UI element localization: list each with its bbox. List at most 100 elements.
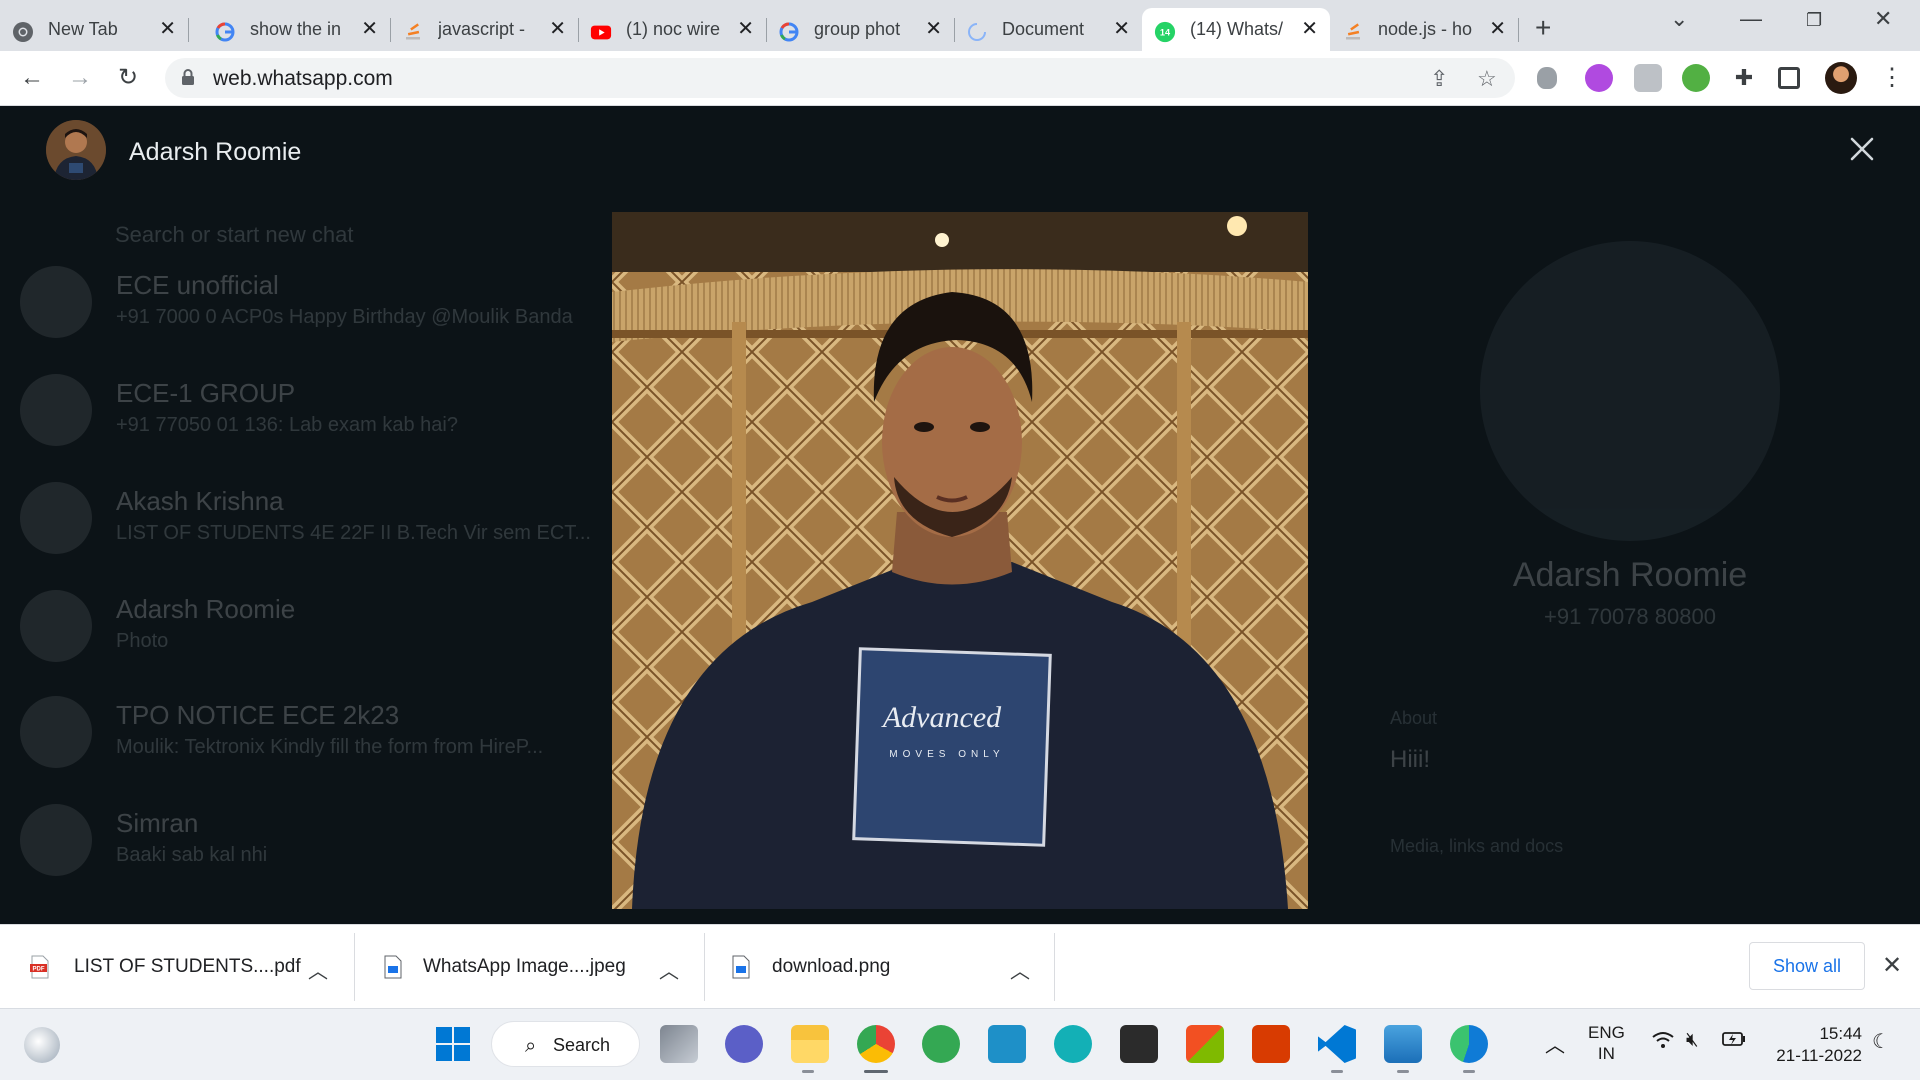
close-tab-icon[interactable]: ✕ <box>1113 18 1130 40</box>
browser-toolbar: ← → ↻ web.whatsapp.com ⇪ ☆ ✚ ⋮ <box>0 51 1920 106</box>
battery-charging-icon[interactable] <box>1722 1031 1746 1052</box>
tab-search-chevron-icon[interactable]: ⌄ <box>1670 6 1688 32</box>
tab-document[interactable]: Document ✕ <box>954 8 1142 51</box>
close-tab-icon[interactable]: ✕ <box>737 18 754 40</box>
bug-extension-icon[interactable] <box>1537 67 1557 89</box>
list-item: Adarsh Roomie Photo <box>20 580 620 680</box>
chat-name: Simran <box>116 808 199 838</box>
whatsapp-icon: 14 <box>1154 21 1176 43</box>
download-item[interactable]: PDF LIST OF STUDENTS....pdf ︿ <box>0 925 354 1009</box>
task-view-icon[interactable] <box>660 1025 698 1063</box>
do-not-disturb-moon-icon[interactable]: ☾ <box>1872 1029 1890 1054</box>
close-tab-icon[interactable]: ✕ <box>1301 18 1318 40</box>
restore-icon[interactable]: ❐ <box>1806 10 1822 31</box>
chat-name: Adarsh Roomie <box>116 594 296 624</box>
forward-arrow-icon[interactable]: → <box>65 63 95 93</box>
avatar[interactable] <box>46 120 106 180</box>
microsoft-store-icon[interactable] <box>1186 1025 1224 1063</box>
vscode-icon[interactable] <box>1318 1025 1356 1063</box>
new-tab-plus-icon[interactable]: + <box>1535 12 1551 44</box>
clock-time: 15:44 <box>1819 1024 1862 1043</box>
tab-group-phot[interactable]: group phot ✕ <box>766 8 955 51</box>
close-download-shelf-icon[interactable]: ✕ <box>1882 951 1902 980</box>
search-placeholder: Search or start new chat <box>115 222 354 247</box>
monitor-app-icon[interactable] <box>988 1025 1026 1063</box>
download-item[interactable]: WhatsApp Image....jpeg ︿ <box>355 925 704 1009</box>
purple-extension-icon[interactable] <box>1585 64 1613 92</box>
image-file-icon <box>731 955 751 979</box>
image-file-icon <box>383 955 403 979</box>
terminal-app-icon[interactable] <box>1120 1025 1158 1063</box>
close-tab-icon[interactable]: ✕ <box>549 18 566 40</box>
whatsapp-media-viewer: Search or start new chat ECE unofficial … <box>0 106 1920 924</box>
contact-info-name: Adarsh Roomie <box>1512 556 1748 594</box>
chrome-taskbar-icon[interactable] <box>857 1025 895 1063</box>
list-item: ECE-1 GROUP +91 77050 01 136: Lab exam k… <box>20 364 620 464</box>
wifi-icon[interactable] <box>1652 1031 1674 1054</box>
loading-icon <box>966 21 988 43</box>
profile-avatar[interactable] <box>1825 62 1857 94</box>
tab-noc-wire[interactable]: (1) noc wire ✕ <box>578 8 767 51</box>
chevron-up-icon[interactable]: ︿ <box>308 955 328 984</box>
url-text[interactable]: web.whatsapp.com <box>213 67 393 91</box>
avatar <box>20 590 92 662</box>
running-indicator <box>1463 1070 1475 1073</box>
whatsapp-desktop-icon[interactable] <box>1054 1025 1092 1063</box>
windows-start-icon[interactable] <box>434 1025 472 1063</box>
chat-preview: +91 77050 01 136: Lab exam kab hai? <box>116 414 458 436</box>
back-arrow-icon[interactable]: ← <box>17 63 47 93</box>
chevron-up-icon[interactable]: ︿ <box>1010 955 1030 984</box>
speaker-muted-icon[interactable]: 🔇︎ <box>1686 1029 1699 1052</box>
close-tab-icon[interactable]: ✕ <box>159 18 176 40</box>
bookmark-star-icon[interactable]: ☆ <box>1477 66 1497 92</box>
weather-widget-icon[interactable] <box>24 1027 60 1063</box>
language-indicator[interactable]: ENG IN <box>1588 1022 1625 1064</box>
code-extension-icon[interactable] <box>1634 64 1662 92</box>
chevron-up-icon[interactable]: ︿ <box>1545 1029 1565 1058</box>
contact-info-panel: Adarsh Roomie +91 70078 80800 About Hiii… <box>1340 156 1920 924</box>
close-tab-icon[interactable]: ✕ <box>925 18 942 40</box>
show-all-button[interactable]: Show all <box>1749 942 1865 990</box>
tab-title: New Tab <box>48 19 118 39</box>
reload-icon[interactable]: ↻ <box>113 63 143 93</box>
lock-icon[interactable] <box>181 69 195 85</box>
search-label: Search <box>553 1035 611 1055</box>
chevron-up-icon[interactable]: ︿ <box>659 955 679 984</box>
stackoverflow-icon <box>1342 21 1364 43</box>
close-window-icon[interactable]: ✕ <box>1874 6 1892 32</box>
more-menu-icon[interactable]: ⋮ <box>1880 63 1904 92</box>
chat-name: ECE-1 GROUP <box>116 378 296 408</box>
extensions-puzzle-icon[interactable]: ✚ <box>1730 64 1758 92</box>
address-bar[interactable]: web.whatsapp.com ⇪ ☆ <box>165 58 1515 98</box>
avatar <box>20 374 92 446</box>
list-item: Akash Krishna LIST OF STUDENTS 4E 22F II… <box>20 472 620 572</box>
close-icon[interactable] <box>1845 132 1879 166</box>
taskbar-search[interactable]: ⌕ Search <box>491 1021 640 1067</box>
teams-chat-icon[interactable] <box>725 1025 763 1063</box>
running-indicator <box>802 1070 814 1073</box>
edge-icon[interactable] <box>1450 1025 1488 1063</box>
download-item[interactable]: download.png ︿ <box>705 925 1054 1009</box>
system-clock[interactable]: 15:44 21-11-2022 <box>1762 1023 1862 1067</box>
tab-whatsapp[interactable]: 14 (14) Whats/ ✕ <box>1142 8 1330 51</box>
close-tab-icon[interactable]: ✕ <box>1489 18 1506 40</box>
tab-show-the-in[interactable]: show the in ✕ <box>202 8 391 51</box>
avatar <box>1480 241 1780 541</box>
profile-photo: Advanced MOVES ONLY <box>612 212 1308 909</box>
tab-divider <box>188 18 189 42</box>
tab-javascript[interactable]: javascript - ✕ <box>390 8 579 51</box>
chat-preview: +91 7000 0 ACP0s Happy Birthday @Moulik … <box>116 306 573 328</box>
tab-nodejs[interactable]: node.js - ho ✕ <box>1330 8 1519 51</box>
file-explorer-icon[interactable] <box>791 1025 829 1063</box>
tab-new-tab[interactable]: New Tab ✕ <box>0 8 189 51</box>
close-tab-icon[interactable]: ✕ <box>361 18 378 40</box>
minimize-icon[interactable]: — <box>1740 6 1762 32</box>
office-icon[interactable] <box>1252 1025 1290 1063</box>
maps-pin-icon[interactable] <box>922 1025 960 1063</box>
photos-app-icon[interactable] <box>1384 1025 1422 1063</box>
green-plus-extension-icon[interactable] <box>1682 64 1710 92</box>
share-icon[interactable]: ⇪ <box>1430 66 1448 92</box>
side-panel-icon[interactable] <box>1778 67 1800 89</box>
contact-info-phone: +91 70078 80800 <box>1544 604 1716 629</box>
list-item: TPO NOTICE ECE 2k23 Moulik: Tektronix Ki… <box>20 686 620 786</box>
